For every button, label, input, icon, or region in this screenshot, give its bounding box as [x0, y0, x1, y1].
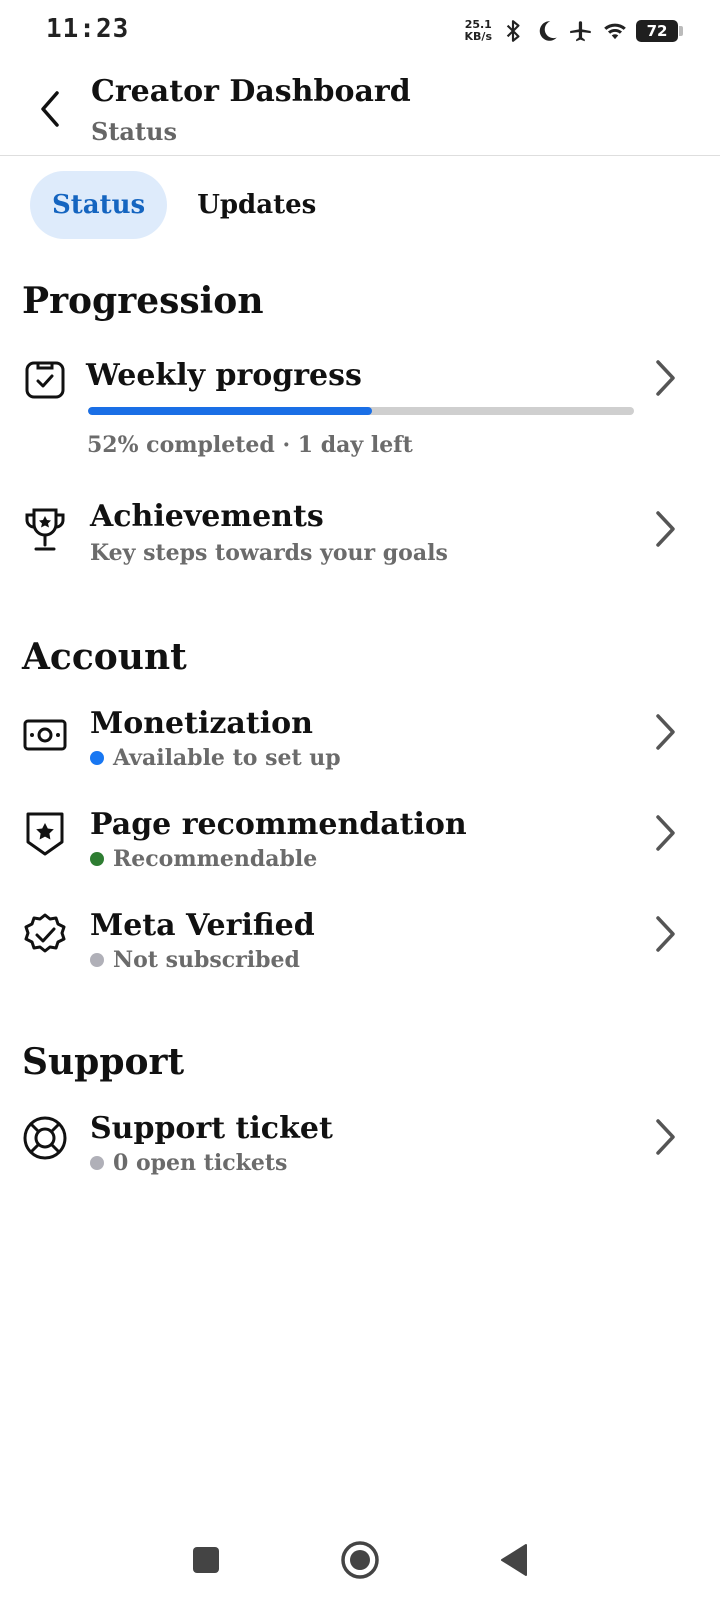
- lifebuoy-icon: [22, 1115, 68, 1161]
- back-arrow-icon: [41, 91, 59, 127]
- battery-icon: 72: [636, 20, 683, 42]
- network-speed: 25.1 KB/s: [465, 19, 492, 43]
- achievements-title: Achievements: [90, 499, 324, 534]
- clock: 11:23: [46, 14, 130, 44]
- battery-level: 72: [646, 22, 668, 40]
- page-subtitle: Status: [91, 117, 178, 146]
- square-icon: [193, 1547, 219, 1573]
- money-icon: [22, 712, 68, 758]
- status-dot: [90, 953, 104, 967]
- home-circle-icon: [341, 1541, 379, 1579]
- back-button[interactable]: [30, 84, 70, 134]
- support-ticket-status: 0 open tickets: [90, 1150, 287, 1176]
- network-speed-unit: KB/s: [464, 30, 492, 43]
- checklist-icon: [22, 356, 68, 402]
- status-dot: [90, 751, 104, 765]
- status-bar: 11:23 25.1 KB/s 72: [0, 0, 720, 62]
- verified-badge-icon: [22, 912, 68, 958]
- chevron-right-icon: [650, 914, 680, 954]
- achievements-subtitle: Key steps towards your goals: [90, 540, 448, 566]
- status-dot: [90, 1156, 104, 1170]
- chevron-right-icon: [650, 712, 680, 752]
- monetization-status-text: Available to set up: [113, 745, 341, 771]
- weekly-progress-title: Weekly progress: [86, 358, 362, 393]
- back-nav-button[interactable]: [484, 1530, 544, 1590]
- section-title-support: Support: [22, 1041, 185, 1083]
- airplane-icon: [570, 21, 591, 42]
- moon-icon: [539, 21, 557, 41]
- system-nav-bar: [0, 1520, 720, 1600]
- page-recommendation-status-text: Recommendable: [113, 846, 318, 872]
- chevron-right-icon: [650, 813, 680, 853]
- weekly-progress-bar: [88, 407, 634, 415]
- bluetooth-icon: [506, 20, 520, 42]
- support-ticket-row[interactable]: Support ticket 0 open tickets: [0, 1111, 720, 1187]
- monetization-row[interactable]: Monetization Available to set up: [0, 706, 720, 782]
- weekly-progress-caption: 52% completed · 1 day left: [87, 432, 413, 458]
- section-title-progression: Progression: [22, 280, 264, 322]
- monetization-status: Available to set up: [90, 745, 341, 771]
- achievements-row[interactable]: Achievements Key steps towards your goal…: [0, 499, 720, 585]
- page-recommendation-title: Page recommendation: [90, 807, 467, 842]
- meta-verified-title: Meta Verified: [90, 908, 315, 943]
- page-recommendation-row[interactable]: Page recommendation Recommendable: [0, 807, 720, 883]
- tab-updates[interactable]: Updates: [175, 171, 338, 239]
- weekly-progress-fill: [88, 407, 372, 415]
- support-ticket-status-text: 0 open tickets: [113, 1150, 288, 1176]
- triangle-back-icon: [501, 1544, 527, 1576]
- chevron-right-icon: [650, 1117, 680, 1157]
- support-ticket-title: Support ticket: [90, 1111, 333, 1146]
- meta-verified-status: Not subscribed: [90, 947, 300, 973]
- recents-button[interactable]: [176, 1530, 236, 1590]
- wifi-icon: [604, 23, 626, 40]
- section-title-account: Account: [22, 636, 187, 678]
- chevron-right-icon: [650, 509, 680, 549]
- page-recommendation-status: Recommendable: [90, 846, 317, 872]
- chevron-right-icon: [650, 358, 680, 398]
- trophy-icon: [22, 507, 68, 553]
- shield-star-icon: [22, 811, 68, 857]
- tab-status[interactable]: Status: [30, 171, 168, 239]
- status-icons: 25.1 KB/s 72: [465, 14, 683, 48]
- app-header: Creator Dashboard Status: [0, 62, 720, 156]
- weekly-progress-row[interactable]: Weekly progress 52% completed · 1 day le…: [0, 350, 720, 470]
- tab-bar: Status Updates: [30, 171, 338, 239]
- monetization-title: Monetization: [90, 706, 313, 741]
- meta-verified-row[interactable]: Meta Verified Not subscribed: [0, 908, 720, 984]
- home-button[interactable]: [330, 1530, 390, 1590]
- page-title: Creator Dashboard: [91, 74, 411, 109]
- status-dot: [90, 852, 104, 866]
- meta-verified-status-text: Not subscribed: [113, 947, 300, 973]
